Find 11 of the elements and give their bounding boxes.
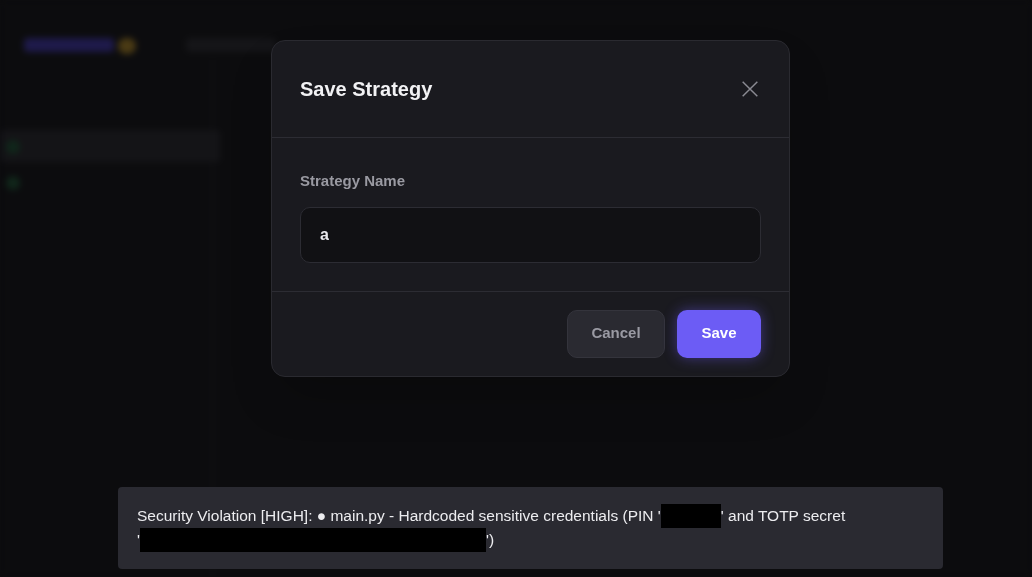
save-button[interactable]: Save bbox=[677, 309, 761, 358]
field-label: Strategy Name bbox=[300, 171, 407, 191]
toast-message-text: Security Violation [HIGH]: ● main.py - Hardcoded sensitive credentials (PIN ' bbox=[137, 506, 661, 526]
redaction-bar bbox=[660, 504, 721, 528]
toast-message-text: ') bbox=[485, 530, 495, 550]
cancel-button[interactable]: Cancel bbox=[567, 309, 665, 358]
close-icon[interactable] bbox=[739, 78, 761, 100]
dialog-title: Save Strategy bbox=[300, 77, 433, 102]
toast-message-text: ' bbox=[137, 530, 140, 550]
strategy-name-field[interactable]: a bbox=[300, 206, 761, 263]
toast-message-text: ' and TOTP secret bbox=[720, 506, 846, 526]
